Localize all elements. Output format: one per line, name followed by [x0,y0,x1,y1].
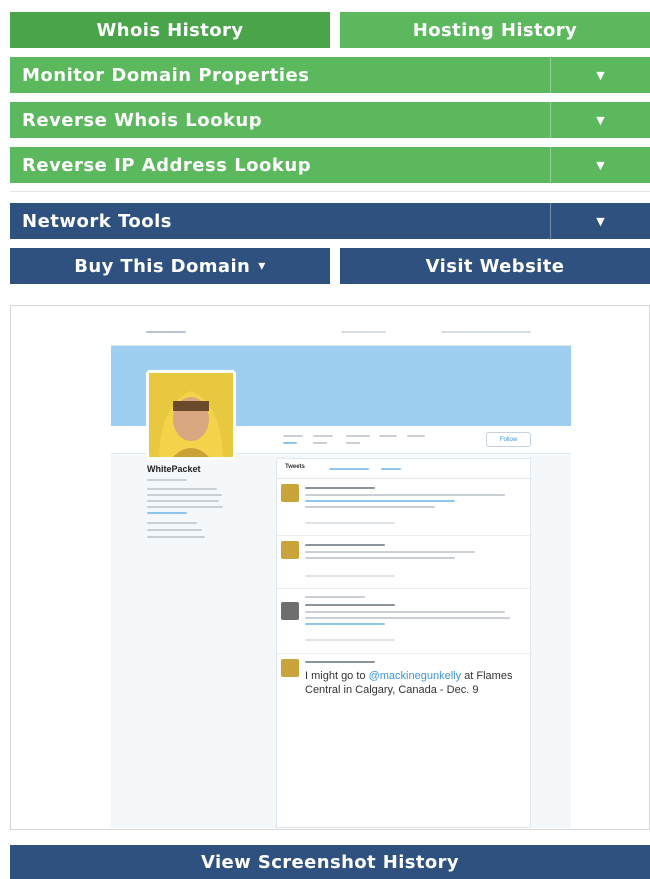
monitor-domain-properties-dropdown[interactable]: Monitor Domain Properties ▼ [10,57,650,93]
twitter-profile-screenshot: Follow WhitePacket Tweets I might go to … [111,318,571,828]
chevron-down-icon[interactable]: ▼ [550,102,650,138]
buy-this-domain-label: Buy This Domain [74,255,251,277]
tweet-timeline: Tweets I might go to @mackinegunkelly at… [276,458,532,828]
visit-website-button[interactable]: Visit Website [340,248,650,284]
network-tools-dropdown[interactable]: Network Tools ▼ [10,203,650,239]
network-tools-label: Network Tools [22,210,172,232]
chevron-down-icon[interactable]: ▼ [550,147,650,183]
tweet [277,480,532,536]
featured-tweet: I might go to @mackinegunkelly at Flames… [277,655,532,745]
profile-avatar [146,370,236,460]
monitor-domain-properties-label: Monitor Domain Properties [22,64,310,86]
tab-whois-history[interactable]: Whois History [10,12,330,48]
reverse-whois-lookup-dropdown[interactable]: Reverse Whois Lookup ▼ [10,102,650,138]
reverse-ip-lookup-label: Reverse IP Address Lookup [22,154,312,176]
tab-tweets: Tweets [285,464,305,470]
visit-website-label: Visit Website [425,255,565,277]
profile-name: WhitePacket [147,464,201,474]
chevron-down-icon[interactable]: ▼ [550,203,650,239]
follow-button: Follow [486,432,531,447]
tab-hosting-history-label: Hosting History [412,19,578,41]
featured-tweet-text: I might go to @mackinegunkelly at Flames… [305,670,513,696]
tab-whois-history-label: Whois History [96,19,244,41]
website-screenshot: Follow WhitePacket Tweets I might go to … [10,305,650,830]
view-screenshot-history-button[interactable]: View Screenshot History [10,845,650,879]
caret-down-icon: ▾ [258,258,266,274]
reverse-whois-lookup-label: Reverse Whois Lookup [22,109,263,131]
tweet [277,537,532,589]
mention-link: @mackinegunkelly [368,670,462,682]
reverse-ip-lookup-dropdown[interactable]: Reverse IP Address Lookup ▼ [10,147,650,183]
chevron-down-icon[interactable]: ▼ [550,57,650,93]
view-screenshot-history-label: View Screenshot History [200,851,460,873]
tab-hosting-history[interactable]: Hosting History [340,12,650,48]
buy-this-domain-button[interactable]: Buy This Domain ▾ [10,248,330,284]
divider [10,191,650,192]
tweet [277,590,532,654]
twitter-topbar [111,318,571,346]
